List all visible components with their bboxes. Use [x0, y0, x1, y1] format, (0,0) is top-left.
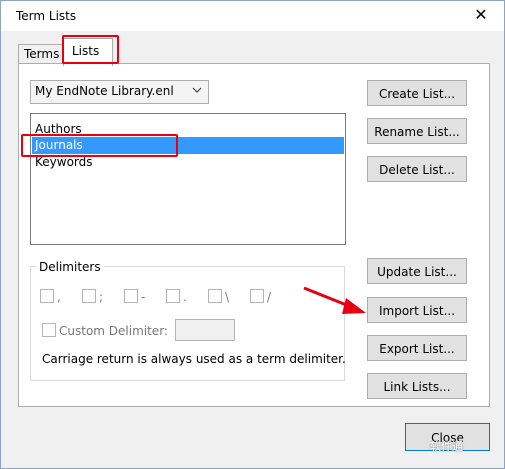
watermark-text: 软件通 [430, 440, 463, 453]
checkbox-icon [250, 289, 264, 303]
delimiter-checkbox[interactable]: , [40, 289, 61, 304]
delimiter-checkbox[interactable]: ; [82, 289, 103, 304]
delimiters-label: Delimiters [36, 260, 104, 274]
library-select-value: My EndNote Library.enl [35, 84, 174, 98]
custom-delimiter-input[interactable] [175, 319, 235, 341]
checkbox-icon [40, 289, 54, 303]
library-select[interactable]: My EndNote Library.enl [30, 80, 209, 104]
window-close-button[interactable]: ✕ [470, 4, 492, 26]
delimiter-checkbox[interactable]: / [250, 289, 271, 304]
create-list-button[interactable]: Create List... [367, 80, 467, 106]
update-list-button[interactable]: Update List... [367, 258, 467, 284]
checkbox-icon [42, 323, 56, 337]
rename-list-button[interactable]: Rename List... [367, 118, 467, 144]
tab-terms-label: Terms [24, 47, 60, 61]
link-lists-button[interactable]: Link Lists... [367, 373, 467, 399]
delete-list-button[interactable]: Delete List... [367, 156, 467, 182]
delimiter-note: Carriage return is always used as a term… [42, 352, 346, 366]
red-arrow-annotation [303, 286, 366, 314]
checkbox-icon [82, 289, 96, 303]
highlight-box-journals [21, 134, 178, 157]
highlight-box-lists-tab [62, 35, 119, 64]
checkbox-icon [124, 289, 138, 303]
checkbox-icon [208, 289, 222, 303]
tab-terms[interactable]: Terms [18, 44, 63, 63]
import-list-button[interactable]: Import List... [367, 297, 467, 323]
window-title: Term Lists [16, 9, 77, 23]
checkbox-icon [166, 289, 180, 303]
delimiter-checkbox[interactable]: . [166, 289, 187, 304]
title-bar: Term Lists ✕ [1, 1, 504, 31]
chevron-down-icon [190, 84, 204, 98]
export-list-button[interactable]: Export List... [367, 335, 467, 361]
term-lists-listbox[interactable]: Authors Journals Keywords [30, 113, 346, 245]
delimiter-checkbox[interactable]: \ [208, 289, 229, 304]
custom-delimiter-checkbox[interactable]: Custom Delimiter: [42, 323, 168, 338]
delimiter-checkbox[interactable]: - [124, 289, 145, 304]
